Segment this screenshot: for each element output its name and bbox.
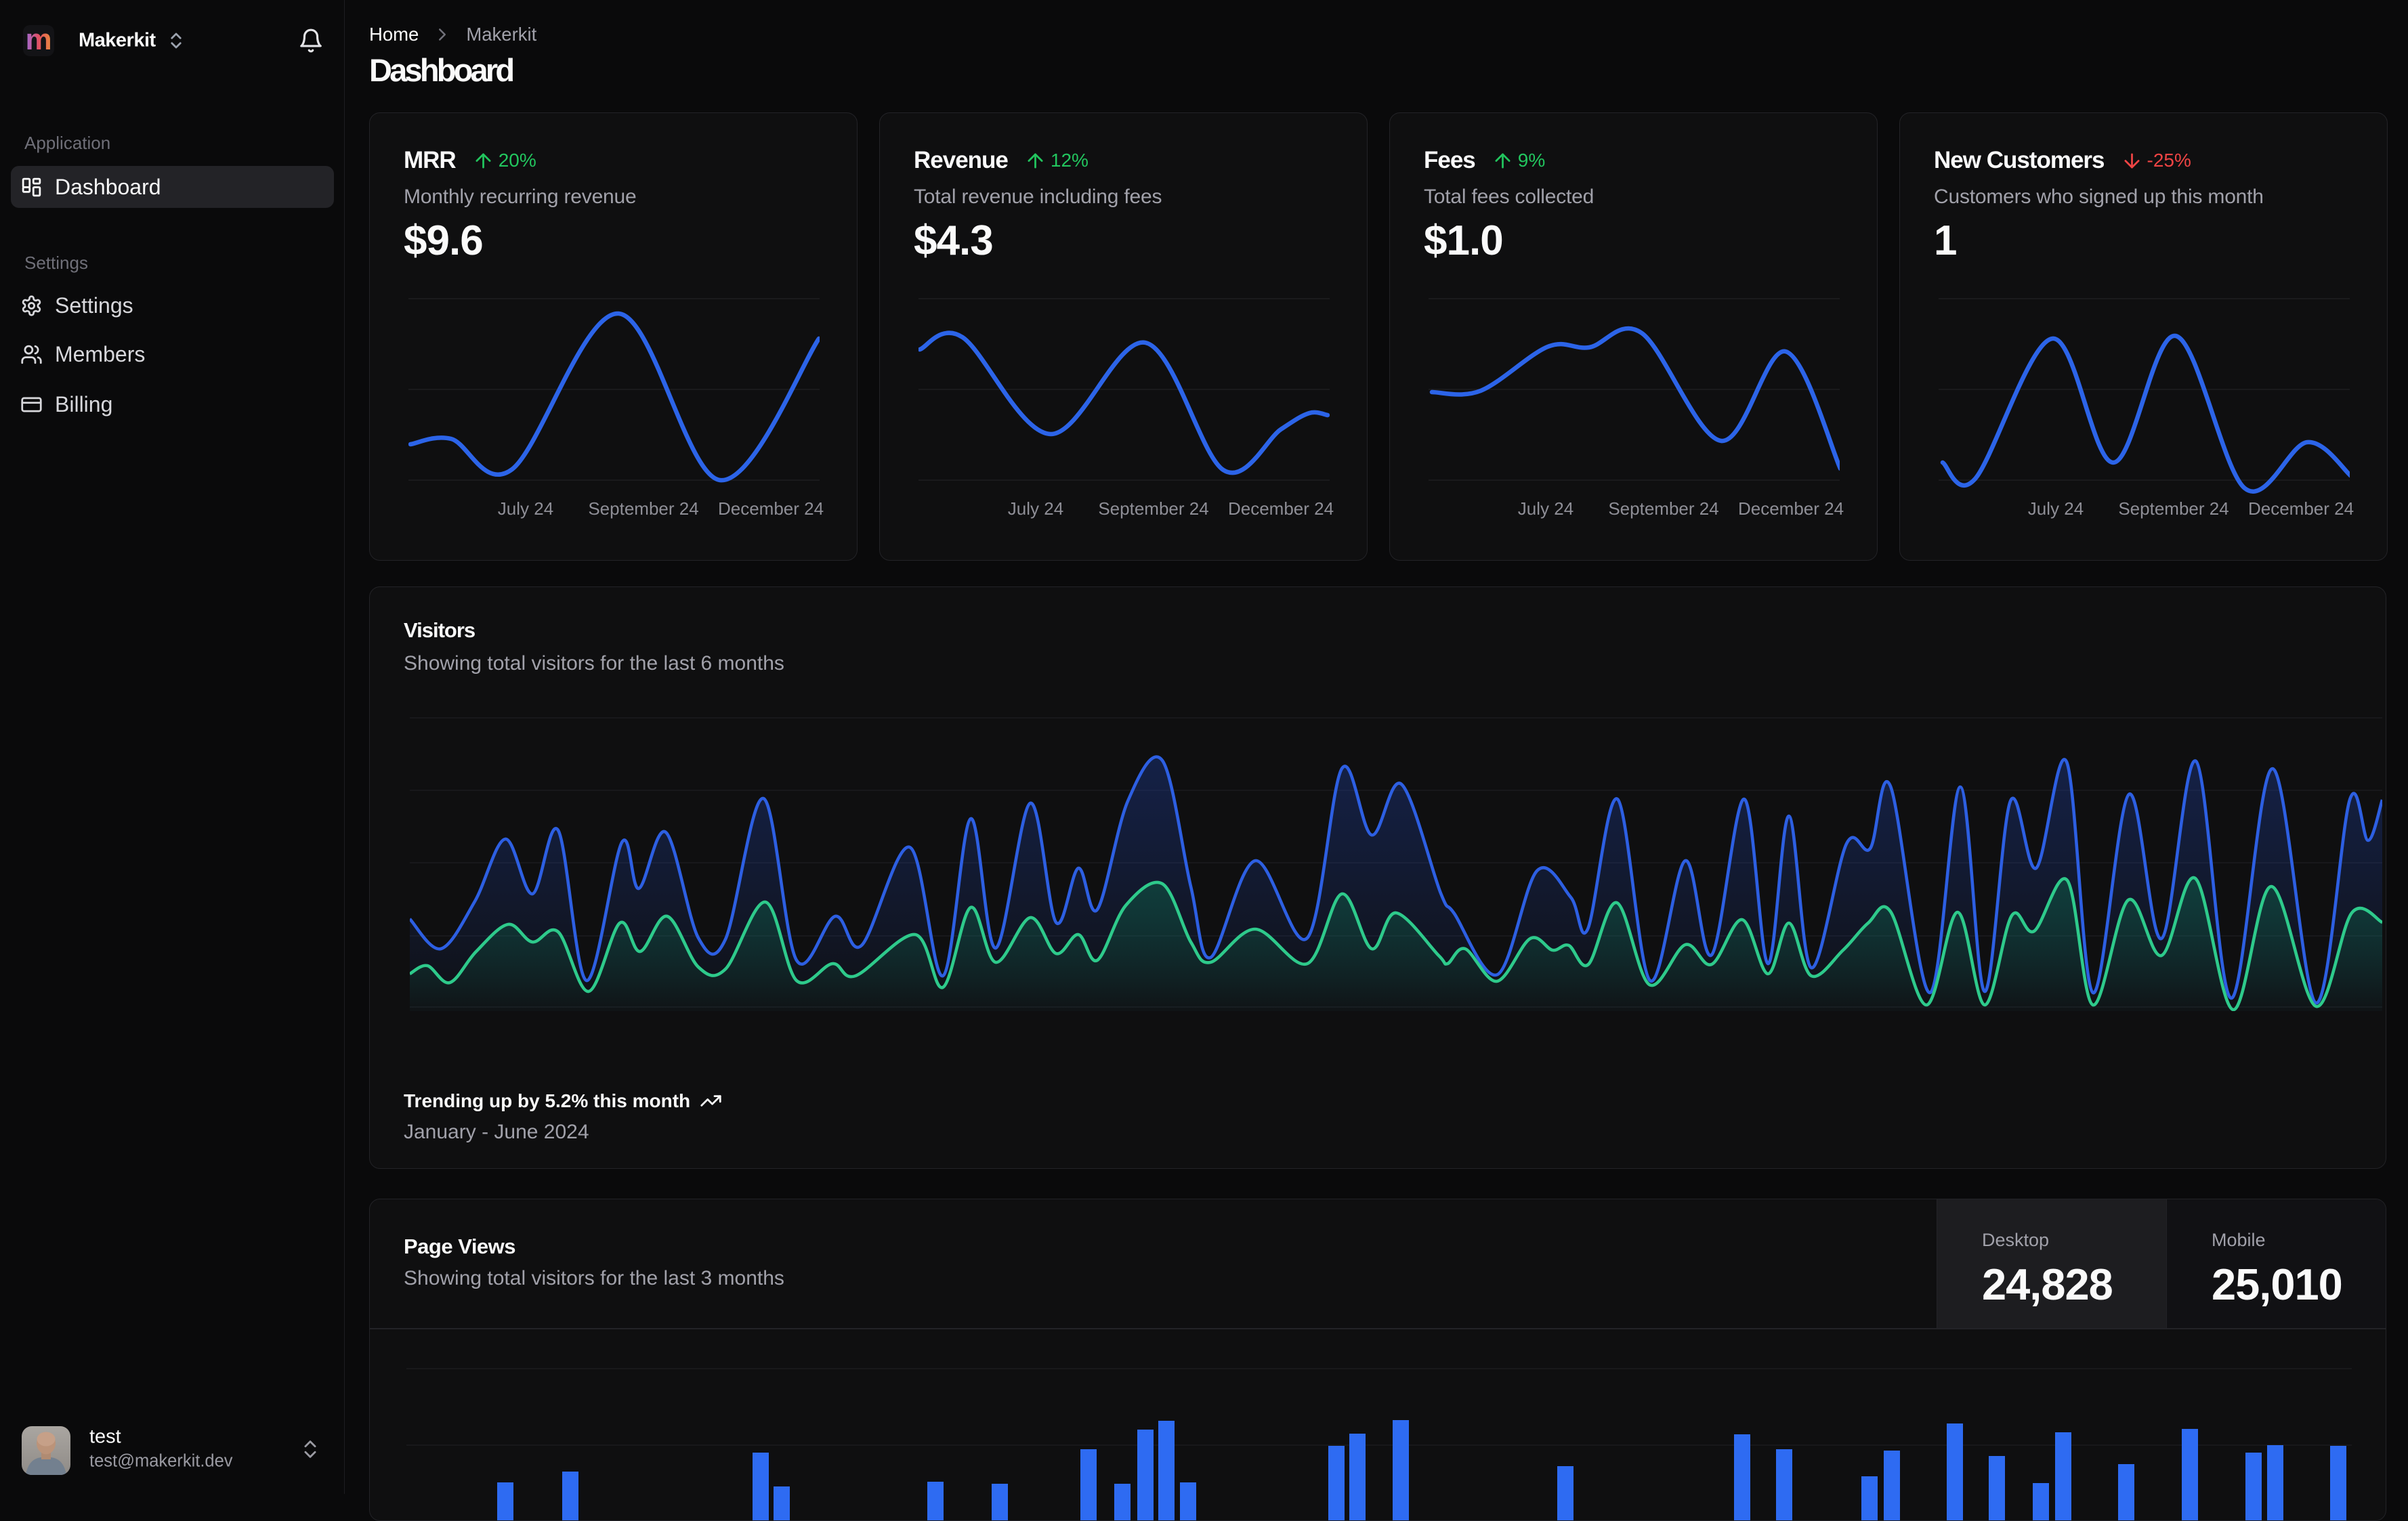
svg-text:m: m [25,25,51,56]
